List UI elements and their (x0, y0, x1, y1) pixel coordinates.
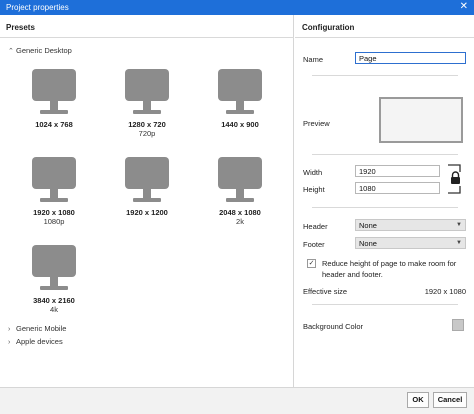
presets-heading: Presets (6, 23, 35, 32)
preset-tile[interactable]: 1024 x 768 (22, 67, 86, 129)
window-title: Project properties (6, 3, 69, 12)
title-bar: Project properties ✕ (0, 0, 474, 15)
preset-tile[interactable]: 1920 x 1080 1080p (22, 155, 86, 226)
preset-tile[interactable]: 2048 x 1080 2k (208, 155, 272, 226)
effective-size-value: 1920 x 1080 (424, 287, 466, 296)
group-generic-desktop[interactable]: ⌃ Generic Desktop (8, 46, 72, 55)
close-icon[interactable]: ✕ (460, 1, 468, 13)
background-color-swatch[interactable] (452, 319, 464, 331)
group-label: Generic Desktop (16, 46, 72, 55)
header-label: Header (303, 222, 328, 231)
preset-sublabel: 720p (138, 129, 156, 138)
height-label: Height (303, 185, 325, 194)
chevron-right-icon: › (8, 339, 11, 346)
monitor-icon (32, 157, 76, 202)
group-label: Apple devices (16, 337, 63, 346)
cancel-button[interactable]: Cancel (433, 392, 467, 408)
footer-label: Footer (303, 240, 325, 249)
preset-label: 3840 x 2160 (33, 296, 75, 305)
width-label: Width (303, 168, 323, 177)
background-color-label: Background Color (303, 322, 364, 331)
footer-select-value: None (359, 239, 377, 248)
name-input[interactable]: Page (355, 52, 466, 64)
group-apple-devices[interactable]: › Apple devices (8, 337, 63, 346)
preview-label: Preview (303, 119, 330, 128)
divider (312, 207, 458, 208)
header-select-value: None (359, 221, 377, 230)
aspect-lock-icon[interactable] (446, 163, 464, 195)
preset-label: 1280 x 720 (128, 120, 166, 129)
monitor-icon (125, 157, 169, 202)
chevron-down-icon: ▼ (456, 240, 462, 246)
divider (295, 37, 474, 38)
divider (0, 37, 294, 38)
dialog-footer (0, 387, 474, 414)
monitor-icon (125, 69, 169, 114)
preset-label: 1024 x 768 (35, 120, 73, 129)
effective-size-label: Effective size (303, 287, 348, 296)
page-preview (379, 97, 463, 143)
reduce-height-label: Reduce height of page to make room for h… (322, 259, 457, 279)
name-label: Name (303, 55, 324, 64)
preset-sublabel: 2k (236, 217, 244, 226)
monitor-icon (218, 69, 262, 114)
preset-label: 1440 x 900 (221, 120, 259, 129)
monitor-icon (32, 69, 76, 114)
preset-sublabel: 1080p (43, 217, 65, 226)
group-generic-mobile[interactable]: › Generic Mobile (8, 324, 66, 333)
group-label: Generic Mobile (16, 324, 67, 333)
reduce-height-checkbox[interactable]: ✓ (307, 259, 316, 268)
width-input[interactable]: 1920 (355, 165, 440, 177)
divider (312, 75, 458, 76)
divider (312, 154, 458, 155)
preset-sublabel: 4k (50, 305, 58, 314)
monitor-icon (32, 245, 76, 290)
divider (312, 304, 458, 305)
chevron-right-icon: › (8, 326, 11, 333)
preset-tile[interactable]: 1920 x 1200 (115, 155, 179, 217)
preset-label: 1920 x 1200 (126, 208, 168, 217)
configuration-heading: Configuration (302, 23, 355, 32)
configuration-panel (295, 15, 474, 387)
chevron-down-icon: ▼ (456, 222, 462, 228)
chevron-down-icon: ⌃ (8, 48, 14, 55)
preset-tile[interactable]: 1280 x 720 720p (115, 67, 179, 138)
height-input[interactable]: 1080 (355, 182, 440, 194)
header-select[interactable]: None ▼ (355, 219, 466, 231)
footer-select[interactable]: None ▼ (355, 237, 466, 249)
preset-tile[interactable]: 1440 x 900 (208, 67, 272, 129)
preset-label: 2048 x 1080 (219, 208, 261, 217)
monitor-icon (218, 157, 262, 202)
preset-label: 1920 x 1080 (33, 208, 75, 217)
ok-button[interactable]: OK (407, 392, 429, 408)
preset-tile[interactable]: 3840 x 2160 4k (22, 243, 86, 314)
